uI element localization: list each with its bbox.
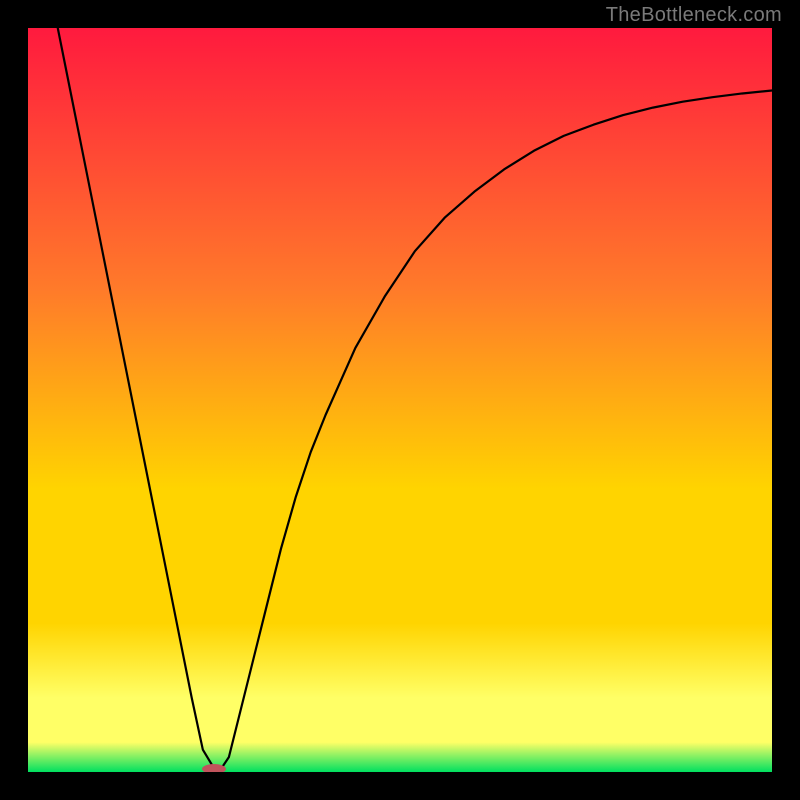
bottleneck-chart	[28, 28, 772, 772]
chart-stage: TheBottleneck.com	[0, 0, 800, 800]
gradient-background	[28, 28, 772, 772]
watermark-text: TheBottleneck.com	[606, 4, 782, 27]
